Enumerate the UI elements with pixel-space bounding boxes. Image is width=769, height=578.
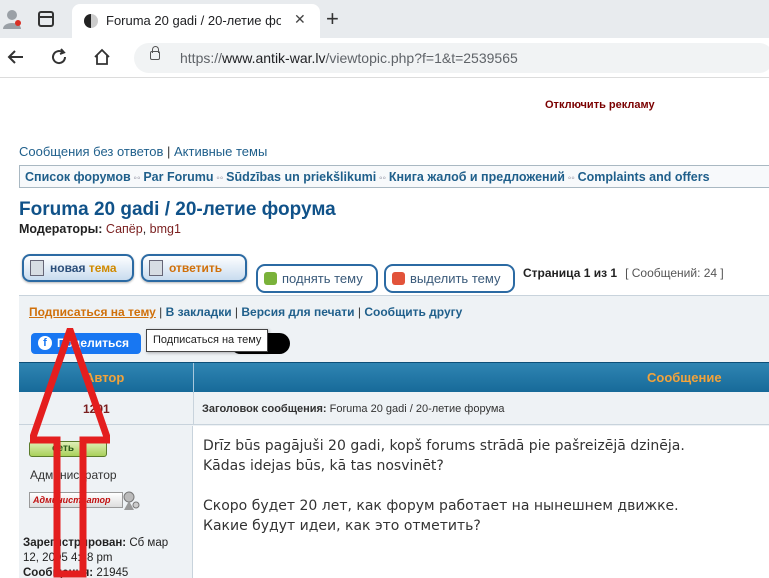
page-indicator: Страница 1 из 1 xyxy=(523,266,618,280)
post-subject: Заголовок сообщения: Foruma 20 gadi / 20… xyxy=(202,403,505,415)
post-content: Drīz būs pagājuši 20 gadi, kopš forums s… xyxy=(203,436,685,536)
disable-ads-link[interactable]: Отключить рекламу xyxy=(545,99,655,111)
unanswered-posts-link[interactable]: Сообщения без ответов xyxy=(19,144,163,159)
url-text: https://www.antik-war.lv/viewtopic.php?f… xyxy=(180,50,518,66)
top-links: Сообщения без ответов | Активные темы xyxy=(19,144,267,159)
reply-icon xyxy=(149,260,163,276)
close-tab-icon[interactable]: ✕ xyxy=(294,11,306,28)
reply-button[interactable]: ответить xyxy=(141,254,247,282)
message-column-header: Сообщение xyxy=(647,370,722,385)
highlight-icon xyxy=(392,272,405,285)
lock-icon[interactable] xyxy=(150,46,160,60)
new-topic-icon xyxy=(30,260,44,276)
breadcrumb-sep: ◦◦ xyxy=(564,173,578,184)
address-bar[interactable]: https://www.antik-war.lv/viewtopic.php?f… xyxy=(134,43,769,73)
active-topics-link[interactable]: Активные темы xyxy=(174,144,267,159)
rank-icon xyxy=(123,491,140,510)
breadcrumb-item[interactable]: Книга жалоб и предложений xyxy=(389,170,565,184)
options-sep: | xyxy=(231,305,242,319)
link-separator: | xyxy=(163,144,174,159)
page-title[interactable]: Foruma 20 gadi / 20-летие форума xyxy=(19,199,336,221)
browser-toolbar: https://www.antik-war.lv/viewtopic.php?f… xyxy=(0,38,769,78)
back-arrow-icon[interactable] xyxy=(7,48,25,66)
reply-label: ответить xyxy=(169,261,223,275)
column-divider xyxy=(193,393,194,425)
registered-value: Сб мар xyxy=(126,537,169,549)
moderators: Модераторы: Сапёр, bmg1 xyxy=(19,222,181,236)
column-divider xyxy=(193,363,194,393)
annotation-arrow-icon xyxy=(30,328,110,578)
breadcrumb: Список форумов ◦◦ Par Forumu ◦◦ Sūdzības… xyxy=(19,165,769,188)
pagination: Страница 1 из 1 [ Сообщений: 24 ] xyxy=(523,266,724,280)
post-body-row: сеть Администратор Администратор Зарегис… xyxy=(19,426,769,578)
post-header-row: 1201 Заголовок сообщения: Foruma 20 gadi… xyxy=(19,393,769,425)
refresh-icon[interactable] xyxy=(50,48,68,66)
new-topic-label-accent: тема xyxy=(88,261,117,275)
new-topic-label: новая xyxy=(50,261,89,275)
breadcrumb-item[interactable]: Список форумов xyxy=(25,170,131,184)
home-icon[interactable] xyxy=(93,48,111,66)
breadcrumb-item[interactable]: Sūdzības un priekšlikumi xyxy=(226,170,376,184)
breadcrumb-sep: ◦◦ xyxy=(376,173,389,184)
options-sep: | xyxy=(155,305,166,319)
post-line: Какие будут идеи, как это отметить? xyxy=(203,518,481,534)
moderators-sep: , xyxy=(142,222,150,236)
browser-tabbar: Foruma 20 gadi / 20-летие форума ✕ + xyxy=(0,0,769,38)
breadcrumb-sep: ◦◦ xyxy=(130,173,144,184)
moderator-link[interactable]: bmg1 xyxy=(150,222,181,236)
subject-label: Заголовок сообщения: xyxy=(202,403,327,415)
bump-icon xyxy=(264,272,277,285)
post-line: Kādas idejas būs, kā tas nosvinēt? xyxy=(203,458,444,474)
moderators-label: Модераторы: xyxy=(19,222,103,236)
new-topic-button[interactable]: новая тема xyxy=(22,254,134,282)
subscribe-link[interactable]: Подписаться на тему xyxy=(29,305,156,319)
print-version-link[interactable]: Версия для печати xyxy=(241,305,354,319)
highlight-label: выделить тему xyxy=(410,271,501,286)
subject-text: Foruma 20 gadi / 20-летие форума xyxy=(326,403,505,415)
new-tab-icon[interactable]: + xyxy=(326,6,339,32)
moderator-link[interactable]: Сапёр xyxy=(106,222,143,236)
breadcrumb-sep: ◦◦ xyxy=(213,173,227,184)
bump-label: поднять тему xyxy=(282,271,363,286)
topic-options: Подписаться на тему | В закладки | Верси… xyxy=(29,305,462,319)
browser-tab[interactable]: Foruma 20 gadi / 20-летие форума ✕ xyxy=(72,4,320,38)
options-sep: | xyxy=(354,305,365,319)
breadcrumb-item[interactable]: Par Forumu xyxy=(143,170,213,184)
email-friend-link[interactable]: Сообщить другу xyxy=(364,305,462,319)
highlight-topic-button[interactable]: выделить тему xyxy=(384,264,515,293)
bump-topic-button[interactable]: поднять тему xyxy=(256,264,378,293)
tab-actions-icon[interactable] xyxy=(38,11,54,27)
post-line xyxy=(203,476,685,496)
post-count: [ Сообщений: 24 ] xyxy=(625,266,724,280)
post-line: Скоро будет 20 лет, как форум работает н… xyxy=(203,498,679,514)
profile-icon[interactable] xyxy=(3,9,21,29)
bookmarks-link[interactable]: В закладки xyxy=(166,305,232,319)
site-favicon-icon xyxy=(84,14,98,28)
posts-table-header: Автор Сообщение xyxy=(19,362,769,393)
tooltip: Подписаться на тему xyxy=(146,329,269,352)
breadcrumb-item[interactable]: Complaints and offers xyxy=(578,170,710,184)
tab-title: Foruma 20 gadi / 20-летие форума xyxy=(106,13,281,28)
post-line: Drīz būs pagājuši 20 gadi, kopš forums s… xyxy=(203,438,685,454)
